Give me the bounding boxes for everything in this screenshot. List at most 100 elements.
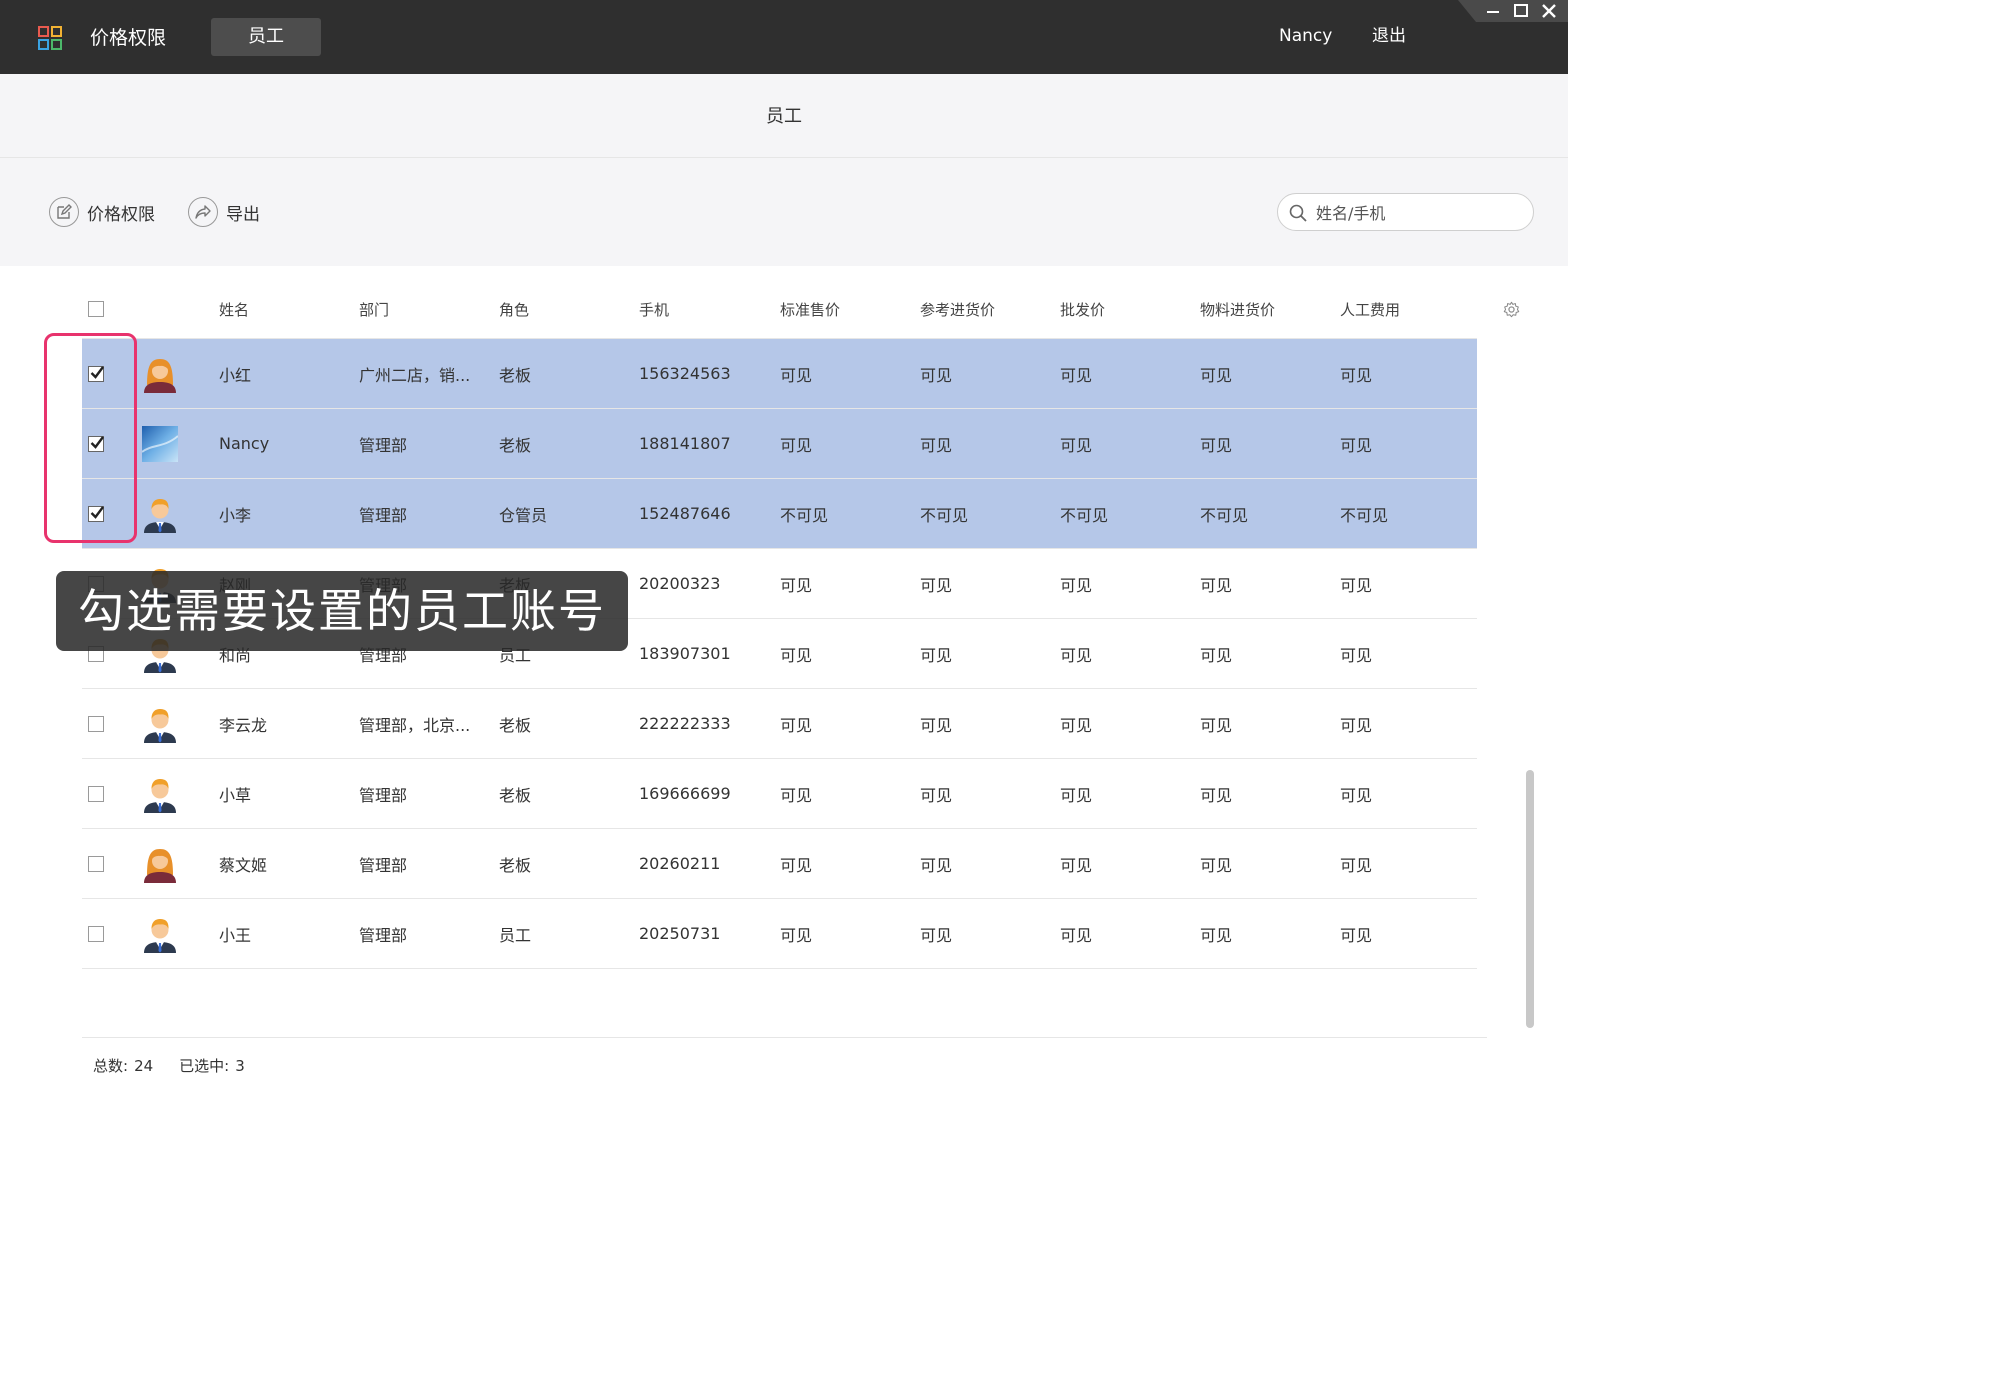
cell-phone: 20250731 xyxy=(639,924,721,943)
table-row[interactable]: 小红 广州二店，销... 老板 156324563 可见 可见 可见 可见 可见 xyxy=(82,339,1477,409)
cell-ref-purchase: 可见 xyxy=(920,925,953,945)
current-user-name[interactable]: Nancy xyxy=(1279,22,1332,50)
close-icon[interactable] xyxy=(1540,1,1558,21)
row-select-cell xyxy=(88,689,108,758)
cell-dept: 管理部 xyxy=(359,435,408,455)
table-header-row: 姓名 部门 角色 手机 标准售价 参考进货价 批发价 物料进货价 人工费用 xyxy=(82,280,1477,339)
avatar xyxy=(142,759,182,828)
table-row[interactable]: 小草 管理部 老板 169666699 可见 可见 可见 可见 可见 xyxy=(82,759,1477,829)
cell-material-purchase: 可见 xyxy=(1200,855,1233,875)
cell-role: 老板 xyxy=(499,435,532,455)
cell-dept: 管理部，北京... xyxy=(359,715,471,735)
cell-name: 小王 xyxy=(219,925,252,945)
row-checkbox[interactable] xyxy=(88,925,104,942)
cell-phone: 20260211 xyxy=(639,854,721,873)
avatar xyxy=(142,689,182,758)
cell-phone: 222222333 xyxy=(639,714,731,733)
logout-button[interactable]: 退出 xyxy=(1372,22,1406,50)
nav-tab-employees[interactable]: 员工 xyxy=(211,18,321,56)
footer-summary: 总数: 24 已选中: 3 xyxy=(93,1055,251,1076)
cell-std-price: 可见 xyxy=(780,925,813,945)
total-label: 总数: xyxy=(93,1057,129,1075)
header-dept[interactable]: 部门 xyxy=(359,280,479,338)
cell-material-purchase: 可见 xyxy=(1200,575,1233,595)
cell-labor-cost: 可见 xyxy=(1340,855,1373,875)
maximize-icon[interactable] xyxy=(1512,1,1530,21)
table-row[interactable]: 小李 管理部 仓管员 152487646 不可见 不可见 不可见 不可见 不可见 xyxy=(82,479,1477,549)
avatar xyxy=(142,479,182,548)
cell-wholesale: 可见 xyxy=(1060,715,1093,735)
cell-name: 小草 xyxy=(219,785,252,805)
cell-role: 仓管员 xyxy=(499,505,548,525)
cell-name: Nancy xyxy=(219,434,270,453)
cell-phone: 20200323 xyxy=(639,574,721,593)
title-bar: 价格权限 员工 Nancy 退出 xyxy=(0,0,1568,74)
gear-icon[interactable] xyxy=(1503,301,1520,318)
cell-material-purchase: 可见 xyxy=(1200,645,1233,665)
export-label: 导出 xyxy=(226,204,260,225)
share-icon xyxy=(188,197,218,227)
cell-labor-cost: 可见 xyxy=(1340,645,1373,665)
minimize-icon[interactable] xyxy=(1484,1,1502,21)
cell-role: 老板 xyxy=(499,715,532,735)
select-all-cell xyxy=(88,280,108,338)
row-checkbox[interactable] xyxy=(88,715,104,732)
cell-ref-purchase: 可见 xyxy=(920,575,953,595)
cell-labor-cost: 可见 xyxy=(1340,925,1373,945)
search-box xyxy=(1277,193,1534,231)
cell-std-price: 不可见 xyxy=(780,505,829,525)
avatar xyxy=(142,339,182,408)
employee-price-permission-window: 价格权限 员工 Nancy 退出 员工 价格权限 导出 姓名/手机 姓名 部门 … xyxy=(0,0,1568,1093)
cell-name: 小李 xyxy=(219,505,252,525)
cell-material-purchase: 可见 xyxy=(1200,435,1233,455)
cell-std-price: 可见 xyxy=(780,855,813,875)
row-select-cell xyxy=(88,759,108,828)
header-name[interactable]: 姓名 xyxy=(219,280,349,338)
cell-dept: 管理部 xyxy=(359,925,408,945)
cell-labor-cost: 可见 xyxy=(1340,365,1373,385)
cell-material-purchase: 可见 xyxy=(1200,715,1233,735)
footer-divider xyxy=(82,1037,1487,1038)
cell-name: 李云龙 xyxy=(219,715,268,735)
table-row[interactable]: 李云龙 管理部，北京... 老板 222222333 可见 可见 可见 可见 可见 xyxy=(82,689,1477,759)
cell-phone: 152487646 xyxy=(639,504,731,523)
cell-role: 员工 xyxy=(499,925,532,945)
edit-icon xyxy=(49,197,79,227)
tutorial-caption: 勾选需要设置的员工账号 xyxy=(56,571,628,651)
cell-wholesale: 可见 xyxy=(1060,365,1093,385)
cell-dept: 管理部 xyxy=(359,505,408,525)
select-all-checkbox[interactable] xyxy=(88,301,104,317)
cell-wholesale: 可见 xyxy=(1060,645,1093,665)
export-button[interactable]: 导出 xyxy=(188,195,260,229)
cell-std-price: 可见 xyxy=(780,435,813,455)
cell-wholesale: 不可见 xyxy=(1060,505,1109,525)
cell-ref-purchase: 不可见 xyxy=(920,505,969,525)
row-checkbox[interactable] xyxy=(88,855,104,872)
cell-material-purchase: 可见 xyxy=(1200,925,1233,945)
header-wholesale[interactable]: 批发价 xyxy=(1060,280,1180,338)
header-phone[interactable]: 手机 xyxy=(639,280,769,338)
table-row[interactable]: 小王 管理部 员工 20250731 可见 可见 可见 可见 可见 xyxy=(82,899,1477,969)
header-std-price[interactable]: 标准售价 xyxy=(780,280,900,338)
cell-ref-purchase: 可见 xyxy=(920,645,953,665)
header-material-purchase[interactable]: 物料进货价 xyxy=(1200,280,1320,338)
search-input[interactable] xyxy=(1314,198,1528,228)
avatar xyxy=(142,899,182,968)
header-ref-purchase[interactable]: 参考进货价 xyxy=(920,280,1040,338)
cell-dept: 管理部 xyxy=(359,855,408,875)
row-checkbox[interactable] xyxy=(88,785,104,802)
header-labor-cost[interactable]: 人工费用 xyxy=(1340,280,1460,338)
search-icon xyxy=(1289,204,1307,222)
vertical-scrollbar[interactable] xyxy=(1526,770,1534,1028)
header-role[interactable]: 角色 xyxy=(499,280,619,338)
cell-ref-purchase: 可见 xyxy=(920,855,953,875)
cell-labor-cost: 可见 xyxy=(1340,785,1373,805)
table-row[interactable]: 蔡文姬 管理部 老板 20260211 可见 可见 可见 可见 可见 xyxy=(82,829,1477,899)
table-row[interactable]: Nancy 管理部 老板 188141807 可见 可见 可见 可见 可见 xyxy=(82,409,1477,479)
price-permission-button[interactable]: 价格权限 xyxy=(49,195,155,229)
cell-role: 老板 xyxy=(499,785,532,805)
cell-ref-purchase: 可见 xyxy=(920,435,953,455)
cell-wholesale: 可见 xyxy=(1060,575,1093,595)
app-grid-icon[interactable] xyxy=(38,26,62,50)
cell-phone: 156324563 xyxy=(639,364,731,383)
